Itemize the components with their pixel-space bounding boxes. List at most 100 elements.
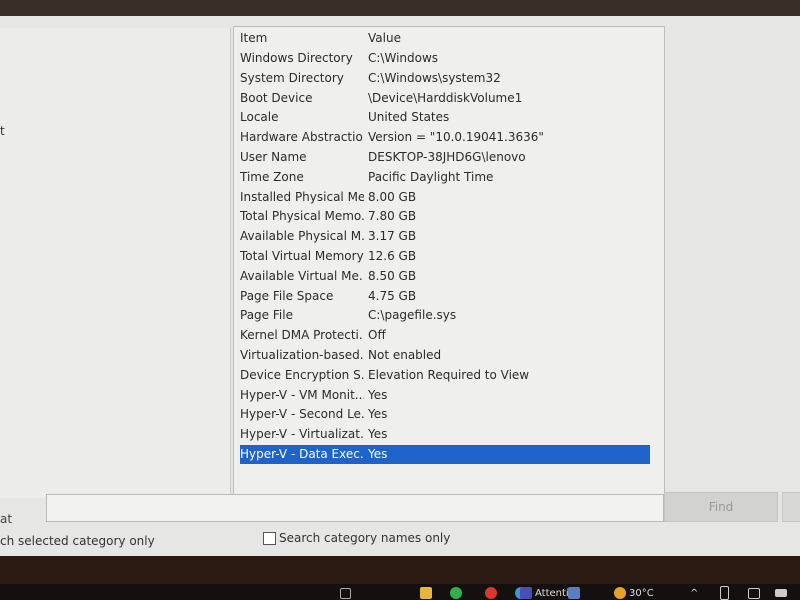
row-value: Yes — [368, 427, 388, 442]
taskbar-app-label: Attenti — [535, 587, 569, 599]
folder-icon — [420, 587, 432, 599]
row-item: Boot Device — [240, 90, 313, 105]
taskbar-app-sysinfo[interactable] — [568, 586, 580, 600]
tray-app-icon[interactable] — [720, 586, 729, 600]
phone-icon — [720, 586, 729, 600]
row-item: Installed Physical Me... — [240, 189, 364, 204]
list-header: Item Value — [240, 29, 650, 48]
row-value: C:\Windows\system32 — [368, 70, 501, 85]
row-item: Kernel DMA Protecti... — [240, 328, 364, 343]
teams-icon — [520, 587, 532, 599]
table-row[interactable]: Hyper-V - Virtualizat... Yes — [240, 425, 650, 444]
table-row[interactable]: Installed Physical Me... 8.00 GB — [240, 188, 650, 207]
table-row[interactable]: Total Virtual Memory 12.6 GB — [240, 247, 650, 266]
row-value: Pacific Daylight Time — [368, 169, 494, 184]
temperature: 30°C — [629, 587, 654, 599]
task-view-button[interactable] — [340, 586, 351, 600]
details-list[interactable]: Item Value Windows Directory C:\Windows Sy… — [233, 26, 665, 506]
table-row[interactable]: Kernel DMA Protecti... Off — [240, 326, 650, 345]
search-category-names-checkbox[interactable]: Search category names only — [263, 531, 450, 545]
row-value: 4.75 GB — [368, 288, 417, 303]
row-value: C:\pagefile.sys — [368, 308, 457, 323]
row-item: User Name — [240, 150, 307, 164]
row-item: Locale — [240, 110, 279, 125]
table-row[interactable]: Virtualization-based... Not enabled — [240, 346, 650, 365]
category-fragment: t — [0, 124, 5, 138]
display-icon — [748, 587, 760, 599]
tray-display-icon[interactable] — [748, 586, 760, 600]
column-header-value[interactable]: Value — [368, 29, 401, 48]
taskbar: Attenti 30°C ^ — [0, 584, 800, 600]
row-item: Page File Space — [240, 288, 334, 303]
system-info-icon — [568, 587, 580, 599]
table-row[interactable]: User Name DESKTOP-38JHD6G\lenovo — [240, 148, 650, 167]
row-value: Yes — [368, 407, 388, 422]
row-value: Off — [368, 328, 386, 343]
checkbox-label: Search category names only — [279, 531, 451, 545]
row-value: 8.00 GB — [368, 189, 417, 204]
row-item: Hyper-V - VM Monit... — [240, 387, 364, 402]
row-value: United States — [368, 110, 450, 125]
close-find-button[interactable] — [782, 492, 800, 522]
chat-icon — [450, 587, 462, 599]
table-row[interactable]: System Directory C:\Windows\system32 — [240, 69, 650, 88]
row-item: Total Physical Memo... — [240, 209, 364, 224]
find-what-label: at — [0, 512, 13, 526]
table-row[interactable]: Device Encryption S... Elevation Required… — [240, 366, 650, 385]
table-row[interactable]: Hyper-V - VM Monit... Yes — [240, 386, 650, 405]
checkbox-icon[interactable] — [263, 531, 276, 545]
column-header-item[interactable]: Item — [240, 29, 364, 48]
row-item: Available Physical M... — [240, 229, 364, 244]
battery-icon — [775, 589, 787, 597]
table-row[interactable]: Available Physical M... 3.17 GB — [240, 227, 650, 246]
weather-widget[interactable]: 30°C — [614, 586, 654, 600]
row-item: Time Zone — [240, 169, 304, 184]
row-value: 7.80 GB — [368, 209, 417, 224]
row-value: 8.50 GB — [368, 268, 417, 283]
row-item: Hyper-V - Second Le... — [240, 407, 364, 422]
row-value: Yes — [368, 387, 388, 402]
table-row[interactable]: Time Zone Pacific Daylight Time — [240, 168, 650, 187]
table-row[interactable]: Hyper-V - Data Exec... Yes — [240, 445, 650, 464]
row-value: DESKTOP-38JHD6G\lenovo — [368, 150, 526, 164]
table-row[interactable]: Hyper-V - Second Le... Yes — [240, 405, 650, 424]
table-row[interactable]: Total Physical Memo... 7.80 GB — [240, 207, 650, 226]
search-selected-category-option[interactable]: ch selected category only — [0, 534, 155, 548]
row-item: Virtualization-based... — [240, 348, 364, 362]
row-item: Windows Directory — [240, 51, 353, 65]
row-value: \Device\HarddiskVolume1 — [368, 90, 523, 105]
row-item: Hyper-V - Data Exec... — [240, 447, 364, 461]
row-value: Version = "10.0.19041.3636" — [368, 130, 544, 145]
taskbar-app-folder[interactable] — [420, 586, 432, 600]
row-item: System Directory — [240, 70, 344, 85]
row-value: C:\Windows — [368, 51, 439, 65]
chrome-icon — [485, 587, 497, 599]
row-value: Not enabled — [368, 348, 442, 362]
row-value: Elevation Required to View — [368, 367, 530, 382]
row-value: Yes — [368, 447, 388, 461]
table-row[interactable]: Windows Directory C:\Windows — [240, 49, 650, 68]
taskbar-app-chrome[interactable] — [485, 586, 497, 600]
show-hidden-icons-button[interactable]: ^ — [690, 586, 698, 600]
weather-icon — [614, 587, 626, 599]
table-row[interactable]: Hardware Abstractio... Version = "10.0.19… — [240, 128, 650, 147]
taskbar-app-attenti[interactable]: Attenti — [520, 586, 569, 600]
task-view-icon — [340, 587, 351, 599]
taskbar-app-chat[interactable] — [450, 586, 462, 600]
table-row[interactable]: Page File Space 4.75 GB — [240, 287, 650, 306]
table-row[interactable]: Page File C:\pagefile.sys — [240, 306, 650, 325]
table-row[interactable]: Boot Device \Device\HarddiskVolume1 — [240, 89, 650, 108]
row-value: 12.6 GB — [368, 249, 417, 263]
row-value: 3.17 GB — [368, 229, 417, 244]
row-item: Page File — [240, 308, 293, 323]
tray-battery-icon[interactable] — [775, 586, 787, 600]
row-item: Device Encryption S... — [240, 367, 364, 382]
find-button[interactable]: Find — [664, 492, 778, 522]
table-row[interactable]: Available Virtual Me... 8.50 GB — [240, 267, 650, 286]
table-row[interactable]: Locale United States — [240, 108, 650, 127]
row-item: Available Virtual Me... — [240, 268, 364, 283]
category-tree[interactable]: t — [0, 28, 231, 498]
row-item: Total Virtual Memory — [240, 249, 364, 263]
find-what-input[interactable] — [46, 494, 664, 522]
row-item: Hyper-V - Virtualizat... — [240, 427, 364, 442]
